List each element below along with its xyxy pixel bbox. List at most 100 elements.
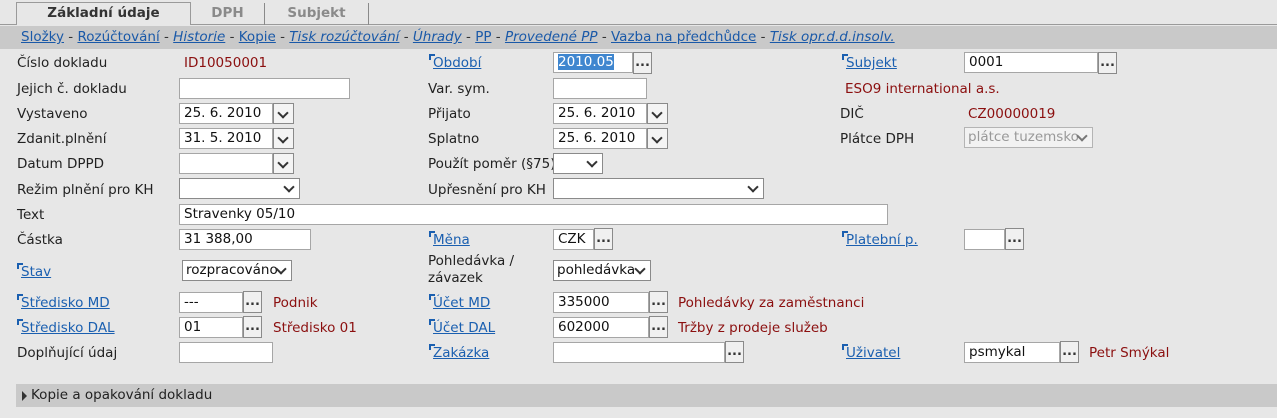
prijato-input[interactable]: 25. 6. 2010	[553, 103, 647, 124]
link-vazba-na-predchudce[interactable]: Vazba na předchůdce	[611, 29, 756, 45]
datum-dppd-label: Datum DPPD	[17, 156, 105, 172]
text-label: Text	[17, 207, 45, 223]
vystaveno-input[interactable]: 25. 6. 2010	[179, 103, 273, 124]
doplnujici-input[interactable]	[179, 342, 273, 363]
cislo-dokladu-value: ID10050001	[184, 55, 268, 71]
stredisko-md-label[interactable]: Středisko MD	[17, 293, 110, 313]
prijato-label: Přijato	[428, 106, 471, 122]
datum-dppd-input[interactable]	[179, 153, 273, 174]
kopie-opakovani-label: Kopie a opakování dokladu	[31, 387, 213, 403]
text-input[interactable]: Stravenky 05/10	[179, 204, 888, 225]
subjekt-label[interactable]: Subjekt	[842, 53, 897, 73]
link-separator: -	[164, 29, 169, 45]
mena-lookup-button[interactable]: ...	[594, 228, 613, 250]
subjekt-desc: ESO9 international a.s.	[845, 81, 1000, 97]
mena-input[interactable]: CZK	[553, 229, 594, 250]
dic-label: DIČ	[840, 106, 864, 122]
link-separator: -	[466, 29, 471, 45]
stav-label[interactable]: Stav	[16, 262, 51, 282]
ucet-dal-desc: Tržby z prodeje služeb	[678, 320, 828, 336]
zdanit-label: Zdanit.plnění	[17, 131, 107, 147]
uzivatel-lookup-button[interactable]: ...	[1060, 341, 1079, 363]
uzivatel-input[interactable]: psmykal	[964, 342, 1060, 363]
doplnujici-label: Doplňující údaj	[17, 345, 118, 361]
link-separator: -	[68, 29, 74, 45]
castka-input[interactable]: 31 388,00	[179, 229, 311, 250]
tab-zakladni-udaje[interactable]: Základní údaje	[16, 2, 191, 25]
zdanit-dropdown-button[interactable]	[273, 128, 294, 149]
ucet-dal-lookup-button[interactable]: ...	[649, 316, 668, 338]
pohledavka-select[interactable]: pohledávka	[553, 260, 651, 281]
link-slozky[interactable]: Složky	[21, 29, 64, 45]
splatno-dropdown-button[interactable]	[647, 128, 668, 149]
var-sym-label: Var. sym.	[428, 81, 490, 97]
ucet-md-label[interactable]: Účet MD	[428, 293, 490, 313]
platce-dph-select: plátce tuzemsko	[964, 127, 1093, 148]
ucet-md-lookup-button[interactable]: ...	[649, 291, 668, 313]
link-tisk-opr-insolv[interactable]: Tisk opr.d.d.insolv.	[770, 29, 895, 45]
tab-subjekt[interactable]: Subjekt	[265, 3, 369, 25]
vystaveno-dropdown-button[interactable]	[273, 103, 294, 124]
link-separator: -	[760, 29, 766, 45]
link-uhrady[interactable]: Úhrady	[413, 29, 462, 45]
stredisko-md-input[interactable]: ---	[179, 292, 243, 313]
upresneni-kh-select[interactable]	[553, 178, 764, 199]
cislo-dokladu-label: Číslo dokladu	[17, 55, 108, 71]
subjekt-input[interactable]: 0001	[964, 52, 1098, 73]
link-tisk-rozuctovani[interactable]: Tisk rozúčtování	[289, 29, 399, 45]
mena-label[interactable]: Měna	[429, 230, 470, 250]
stredisko-dal-desc: Středisko 01	[273, 320, 357, 336]
kopie-opakovani-section-header[interactable]: Kopie a opakování dokladu	[16, 384, 1277, 407]
zakazka-label[interactable]: Zakázka	[428, 343, 489, 363]
datum-dppd-dropdown-button[interactable]	[273, 153, 294, 174]
vystaveno-label: Vystaveno	[17, 106, 88, 122]
obdobi-label[interactable]: Období	[428, 53, 481, 73]
ucet-dal-input[interactable]: 602000	[553, 317, 649, 338]
subjekt-lookup-button[interactable]: ...	[1098, 52, 1117, 74]
stredisko-dal-input[interactable]: 01	[179, 317, 243, 338]
uzivatel-label[interactable]: Uživatel	[841, 343, 900, 363]
link-separator: -	[403, 29, 409, 45]
tab-bar: Základní údaje DPH Subjekt	[0, 0, 1277, 25]
link-provedene-pp[interactable]: Provedené PP	[505, 29, 598, 45]
pouzit-pomer-select[interactable]	[553, 153, 603, 174]
pohledavka-label: Pohledávka / závazek	[428, 253, 515, 286]
stredisko-dal-label[interactable]: Středisko DAL	[17, 318, 115, 338]
stredisko-md-lookup-button[interactable]: ...	[243, 291, 262, 313]
castka-label: Částka	[17, 232, 63, 248]
zdanit-input[interactable]: 31. 5. 2010	[179, 128, 273, 149]
stav-select[interactable]: rozpracováno	[182, 260, 292, 281]
platebni-p-input[interactable]	[964, 229, 1005, 250]
rezim-kh-select[interactable]	[179, 178, 300, 199]
action-link-bar: Složky - Rozúčtování - Historie - Kopie …	[0, 26, 1277, 49]
stredisko-dal-lookup-button[interactable]: ...	[243, 316, 262, 338]
dic-value: CZ00000019	[968, 106, 1056, 122]
link-rozuctovani[interactable]: Rozúčtování	[77, 29, 159, 45]
link-pp[interactable]: PP	[475, 29, 491, 45]
splatno-input[interactable]: 25. 6. 2010	[553, 128, 647, 149]
obdobi-selected-text: 2010.05	[558, 54, 614, 70]
jejich-dokladu-input[interactable]	[179, 78, 350, 99]
rezim-kh-label: Režim plnění pro KH	[17, 182, 154, 198]
link-separator: -	[280, 29, 285, 45]
prijato-dropdown-button[interactable]	[647, 103, 668, 124]
var-sym-input[interactable]	[553, 78, 647, 99]
platebni-p-lookup-button[interactable]: ...	[1005, 228, 1024, 250]
link-separator: -	[601, 29, 607, 45]
platebni-p-label[interactable]: Platební p.	[842, 230, 918, 250]
zakazka-lookup-button[interactable]: ...	[725, 341, 744, 363]
link-kopie[interactable]: Kopie	[239, 29, 276, 45]
ucet-md-desc: Pohledávky za zaměstnanci	[678, 295, 865, 311]
ucet-dal-label[interactable]: Účet DAL	[428, 318, 495, 338]
zakazka-input[interactable]	[553, 342, 725, 363]
tab-dph[interactable]: DPH	[191, 3, 265, 25]
ucet-md-input[interactable]: 335000	[553, 292, 649, 313]
link-separator: -	[495, 29, 501, 45]
link-historie[interactable]: Historie	[173, 29, 225, 45]
obdobi-lookup-button[interactable]: ...	[633, 52, 652, 74]
splatno-label: Splatno	[428, 131, 480, 147]
jejich-dokladu-label: Jejich č. dokladu	[17, 81, 127, 97]
obdobi-input[interactable]: 2010.05	[553, 52, 633, 73]
link-separator: -	[229, 29, 235, 45]
stredisko-md-desc: Podnik	[273, 295, 318, 311]
